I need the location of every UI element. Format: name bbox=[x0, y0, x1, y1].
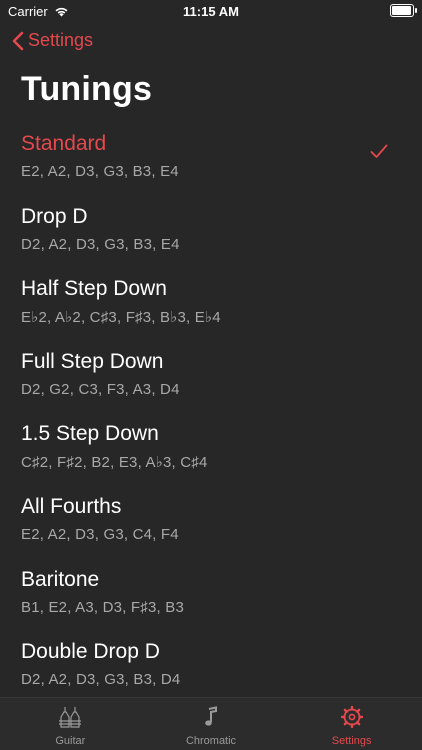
tuning-notes: E♭2, A♭2, C♯3, F♯3, B♭3, E♭4 bbox=[21, 309, 221, 327]
tuning-row-all-fourths[interactable]: All Fourths E2, A2, D3, G3, C4, F4 bbox=[0, 489, 422, 562]
tab-settings[interactable]: Settings bbox=[281, 698, 422, 750]
tuning-name: All Fourths bbox=[21, 494, 122, 518]
battery-icon bbox=[390, 4, 417, 17]
tuning-row-standard[interactable]: Standard E2, A2, D3, G3, B3, E4 bbox=[0, 126, 422, 199]
tuning-row-drop-d[interactable]: Drop D D2, A2, D3, G3, B3, E4 bbox=[0, 199, 422, 272]
tuning-row-1-5-step-down[interactable]: 1.5 Step Down C♯2, F♯2, B2, E3, A♭3, C♯4 bbox=[0, 416, 422, 489]
tuning-notes: C♯2, F♯2, B2, E3, A♭3, C♯4 bbox=[21, 454, 208, 472]
tuning-notes: B1, E2, A3, D3, F♯3, B3 bbox=[21, 598, 185, 616]
gear-icon bbox=[340, 706, 363, 728]
tuning-row-half-step-down[interactable]: Half Step Down E♭2, A♭2, C♯3, F♯3, B♭3, … bbox=[0, 271, 422, 344]
tuning-name: 1.5 Step Down bbox=[21, 422, 159, 446]
checkmark-icon bbox=[370, 144, 388, 158]
tuning-name: Half Step Down bbox=[21, 277, 167, 301]
tuning-row-double-drop-d[interactable]: Double Drop D D2, A2, D3, G3, B3, D4 bbox=[0, 634, 422, 707]
tab-label: Guitar bbox=[55, 735, 86, 747]
back-button[interactable]: Settings bbox=[12, 30, 93, 51]
page-title: Tunings bbox=[21, 70, 153, 108]
status-time: 11:15 AM bbox=[183, 4, 239, 19]
chevron-left-icon bbox=[12, 31, 24, 50]
tab-chromatic[interactable]: Chromatic bbox=[141, 698, 282, 750]
tunings-list: Standard E2, A2, D3, G3, B3, E4 Drop D D… bbox=[0, 126, 422, 707]
tuning-name: Drop D bbox=[21, 204, 88, 228]
tuning-notes: D2, G2, C3, F3, A3, D4 bbox=[21, 380, 180, 398]
tuning-notes: E2, A2, D3, G3, C4, F4 bbox=[21, 525, 179, 543]
tab-label: Settings bbox=[331, 735, 372, 747]
back-button-label: Settings bbox=[28, 30, 94, 50]
tab-label: Chromatic bbox=[185, 735, 237, 747]
status-bar: Carrier 11:15 AM bbox=[0, 0, 422, 24]
tuning-row-full-step-down[interactable]: Full Step Down D2, G2, C3, F3, A3, D4 bbox=[0, 344, 422, 417]
tab-guitar[interactable]: Guitar bbox=[0, 698, 141, 750]
tuning-notes: D2, A2, D3, G3, B3, D4 bbox=[21, 671, 181, 689]
tuning-name: Standard bbox=[21, 132, 107, 155]
tuning-name: Double Drop D bbox=[21, 640, 160, 664]
tuning-name: Baritone bbox=[21, 567, 100, 591]
music-note-icon bbox=[205, 706, 217, 726]
guitar-icon bbox=[59, 707, 82, 728]
tuning-notes: D2, A2, D3, G3, B3, E4 bbox=[21, 235, 180, 253]
tuning-notes: E2, A2, D3, G3, B3, E4 bbox=[21, 163, 179, 180]
tuning-name: Full Step Down bbox=[21, 349, 164, 373]
tuning-row-baritone[interactable]: Baritone B1, E2, A3, D3, F♯3, B3 bbox=[0, 562, 422, 635]
tab-bar: Guitar Chromatic Settings bbox=[0, 697, 422, 750]
